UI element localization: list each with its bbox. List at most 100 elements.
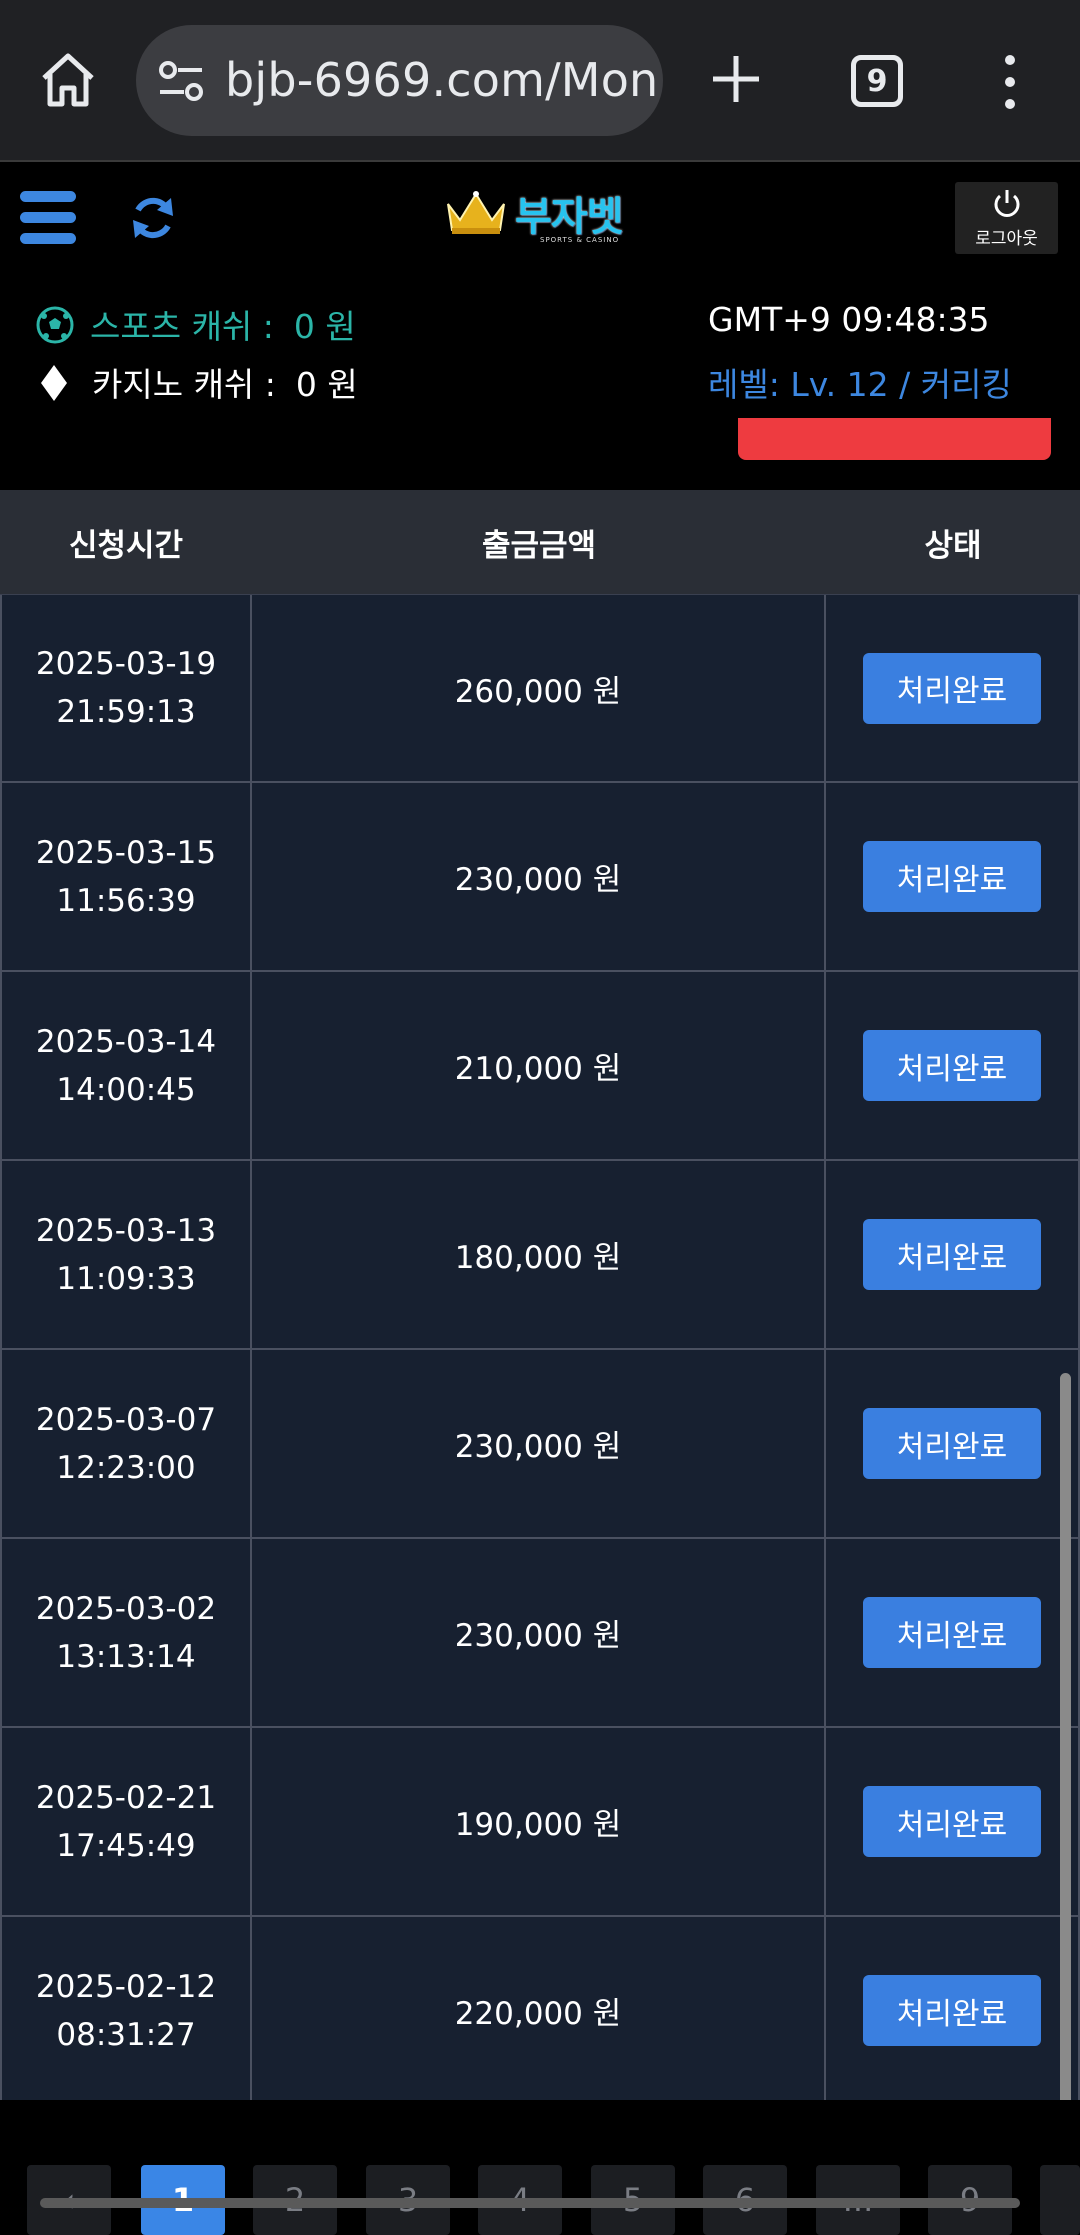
cell-amount: 190,000 원 [252, 1728, 826, 1915]
horizontal-scrollbar[interactable] [40, 2198, 1020, 2208]
cell-status: 처리완료 [826, 972, 1080, 1159]
column-header-amount: 출금금액 [481, 527, 597, 564]
cell-amount: 210,000 원 [252, 972, 826, 1159]
cell-request-time: 2025-02-21 17:45:49 [0, 1728, 252, 1915]
cell-status: 처리완료 [826, 1539, 1080, 1726]
withdrawal-amount: 180,000 원 [454, 1240, 622, 1276]
table-row: 2025-02-21 17:45:49 190,000 원 처리완료 [0, 1728, 1080, 1917]
table-body: 2025-03-19 21:59:13 260,000 원 처리완료 2025-03-1… [0, 594, 1080, 2106]
request-date: 2025-03-02 [35, 1590, 217, 1627]
logo-subtitle: SPORTS & CASINO [540, 236, 620, 244]
status-badge[interactable]: 처리완료 [863, 1786, 1041, 1857]
request-date: 2025-03-13 [35, 1212, 217, 1249]
status-badge[interactable]: 처리완료 [863, 1408, 1041, 1479]
request-clock: 17:45:49 [56, 1827, 196, 1864]
crown-icon [447, 191, 505, 234]
cell-status: 처리완료 [826, 1161, 1080, 1348]
status-badge[interactable]: 처리완료 [863, 1975, 1041, 2046]
withdrawal-amount: 230,000 원 [454, 1429, 622, 1465]
cell-amount: 260,000 원 [252, 595, 826, 781]
server-time: GMT+9 09:48:35 [708, 300, 990, 339]
request-clock: 13:13:14 [56, 1638, 196, 1675]
status-badge[interactable]: 처리완료 [863, 652, 1041, 724]
withdrawal-amount: 230,000 원 [454, 862, 622, 898]
request-clock: 11:56:39 [56, 882, 196, 919]
cell-status: 처리완료 [826, 595, 1080, 781]
cell-amount: 230,000 원 [252, 1539, 826, 1726]
table-row: 2025-03-19 21:59:13 260,000 원 처리완료 [0, 594, 1080, 783]
cell-amount: 220,000 원 [252, 1917, 826, 2104]
diamond-icon [41, 365, 67, 401]
status-badge[interactable]: 처리완료 [863, 1597, 1041, 1668]
request-date: 2025-03-15 [35, 834, 217, 871]
cell-status: 처리완료 [826, 783, 1080, 970]
request-clock: 11:09:33 [56, 1260, 196, 1297]
url-text[interactable]: bjb-6969.com/Mon [225, 53, 658, 107]
tab-switcher-button[interactable]: 9 [851, 55, 903, 107]
site-header: 부자벳 SPORTS & CASINO 로그아웃 스포츠 캐쉬 : 0 원 카지노… [0, 164, 1080, 490]
clipped-text [58, 414, 218, 424]
hamburger-menu-icon[interactable] [20, 191, 78, 245]
request-clock: 14:00:45 [56, 1071, 196, 1108]
table-row: 2025-03-14 14:00:45 210,000 원 처리완료 [0, 972, 1080, 1161]
request-date: 2025-03-07 [35, 1401, 217, 1438]
casino-cash-value: 0 원 [295, 365, 358, 404]
cell-request-time: 2025-03-07 12:23:00 [0, 1350, 252, 1537]
red-action-button[interactable] [738, 418, 1051, 460]
casino-cash-label: 카지노 캐쉬 : [92, 365, 276, 404]
withdrawal-amount: 220,000 원 [454, 1996, 622, 2032]
request-clock: 21:59:13 [56, 694, 196, 730]
site-logo[interactable]: 부자벳 SPORTS & CASINO [442, 186, 630, 248]
soccer-ball-icon [36, 306, 74, 344]
new-tab-icon[interactable] [711, 54, 761, 104]
column-header-status: 상태 [924, 527, 982, 564]
cell-request-time: 2025-03-19 21:59:13 [0, 595, 252, 781]
cell-status: 처리완료 [826, 1728, 1080, 1915]
request-clock: 08:31:27 [56, 2016, 196, 2053]
page-scrollbar[interactable] [1060, 1373, 1071, 2223]
withdrawal-table: 신청시간 출금금액 상태 2025-03-19 21:59:13 260,000 원… [0, 490, 1080, 2106]
site-settings-icon[interactable] [158, 59, 204, 103]
logo-text: 부자벳 [515, 194, 623, 240]
cell-amount: 230,000 원 [252, 1350, 826, 1537]
logout-label: 로그아웃 [975, 229, 1038, 249]
casino-cash: 카지노 캐쉬 : 0 원 [40, 358, 358, 406]
cell-status: 처리완료 [826, 1350, 1080, 1537]
cell-request-time: 2025-03-02 13:13:14 [0, 1539, 252, 1726]
request-date: 2025-02-21 [35, 1779, 217, 1816]
refresh-icon[interactable] [129, 194, 177, 242]
column-header-request-time: 신청시간 [68, 527, 184, 564]
more-options-icon[interactable] [998, 54, 1022, 110]
status-badge[interactable]: 처리완료 [863, 1219, 1041, 1290]
table-row: 2025-03-15 11:56:39 230,000 원 처리완료 [0, 783, 1080, 972]
sports-cash-value: 0 원 [293, 307, 356, 346]
sports-cash-label: 스포츠 캐쉬 : [90, 307, 274, 346]
request-clock: 12:23:00 [56, 1449, 196, 1486]
withdrawal-amount: 210,000 원 [454, 1051, 622, 1087]
cell-request-time: 2025-02-12 08:31:27 [0, 1917, 252, 2104]
cell-request-time: 2025-03-15 11:56:39 [0, 783, 252, 970]
cell-status: 처리완료 [826, 1917, 1080, 2104]
table-header: 신청시간 출금금액 상태 [0, 490, 1080, 594]
table-row: 2025-03-07 12:23:00 230,000 원 처리완료 [0, 1350, 1080, 1539]
cell-request-time: 2025-03-14 14:00:45 [0, 972, 252, 1159]
cell-amount: 230,000 원 [252, 783, 826, 970]
withdrawal-amount: 230,000 원 [454, 1618, 622, 1654]
cell-request-time: 2025-03-13 11:09:33 [0, 1161, 252, 1348]
home-icon[interactable] [38, 50, 98, 110]
request-date: 2025-03-14 [35, 1023, 217, 1060]
table-row: 2025-03-02 13:13:14 230,000 원 처리완료 [0, 1539, 1080, 1728]
withdrawal-amount: 260,000 원 [454, 673, 622, 710]
power-icon [994, 190, 1019, 217]
sports-cash: 스포츠 캐쉬 : 0 원 [36, 300, 356, 348]
status-badge[interactable]: 처리완료 [863, 841, 1041, 912]
address-bar[interactable]: bjb-6969.com/Mon [136, 25, 663, 136]
status-badge[interactable]: 처리완료 [863, 1030, 1041, 1101]
cell-amount: 180,000 원 [252, 1161, 826, 1348]
logout-button[interactable]: 로그아웃 [955, 182, 1058, 254]
pagination-next-button[interactable] [1040, 2165, 1080, 2235]
user-level: 레벨: Lv. 12 / 커리킹 [708, 365, 1012, 404]
request-date: 2025-02-12 [35, 1968, 217, 2005]
table-row: 2025-03-13 11:09:33 180,000 원 처리완료 [0, 1161, 1080, 1350]
withdrawal-amount: 190,000 원 [454, 1807, 622, 1843]
